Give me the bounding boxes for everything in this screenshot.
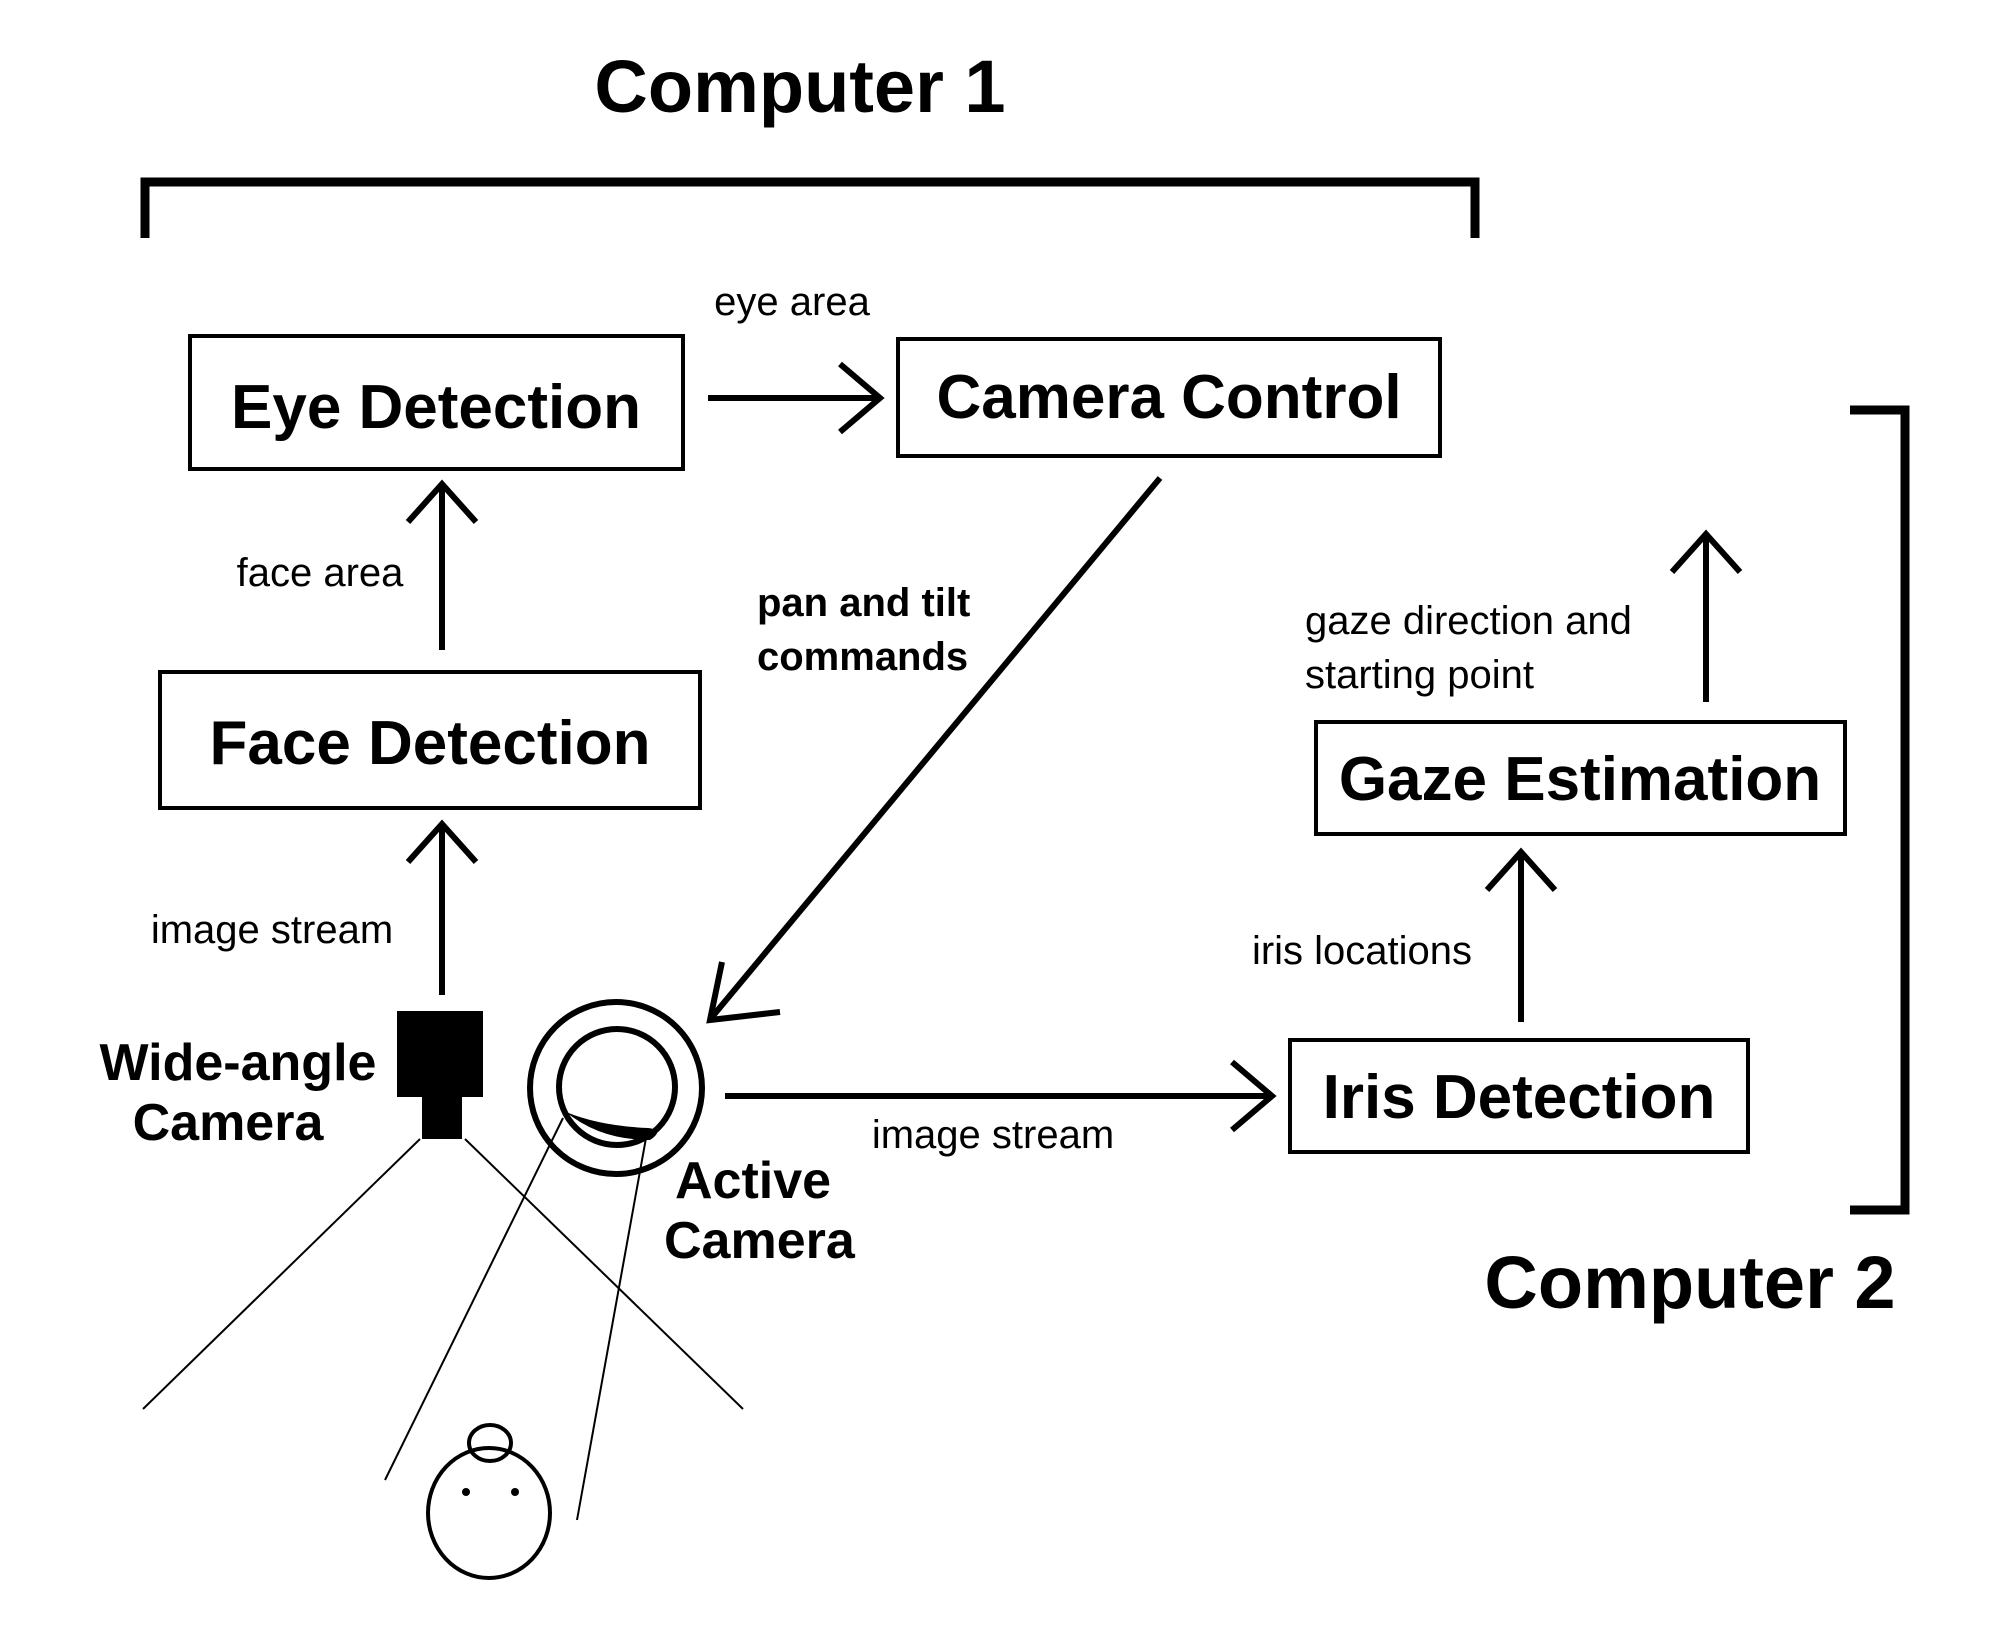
person-icon <box>426 1423 552 1580</box>
computer1-bracket <box>140 177 1480 238</box>
face-detection-node: Face Detection <box>158 670 702 810</box>
iris-locations-label: iris locations <box>1252 929 1472 973</box>
arrow-wide-to-face <box>405 819 479 995</box>
arrow-face-to-eye <box>405 479 479 650</box>
face-detection-label: Face Detection <box>209 709 650 778</box>
wide-image-stream-label: image stream <box>151 908 393 952</box>
camera-control-label: Camera Control <box>936 363 1401 432</box>
iris-detection-label: Iris Detection <box>1323 1063 1716 1132</box>
wide-angle-label-line2: Camera <box>133 1094 325 1152</box>
pan-tilt-label-line1: pan and tilt <box>757 581 970 625</box>
pan-tilt-label-line2: commands <box>757 635 968 679</box>
active-fov-right-line <box>576 1137 647 1521</box>
camera-control-node: Camera Control <box>896 337 1442 458</box>
arrow-eye-to-camera-control <box>708 361 885 435</box>
wide-angle-label-line1: Wide-angle <box>100 1034 377 1092</box>
active-image-stream-label: image stream <box>872 1113 1114 1157</box>
computer1-title: Computer 1 <box>594 45 1005 128</box>
wide-angle-camera-icon <box>397 1011 483 1139</box>
gaze-output-label-line2: starting point <box>1305 653 1534 697</box>
face-area-label: face area <box>237 551 405 595</box>
wide-fov-left-line <box>142 1138 421 1410</box>
iris-detection-node: Iris Detection <box>1288 1038 1750 1154</box>
active-camera-label-line2: Camera <box>664 1212 856 1270</box>
arrow-gaze-output <box>1669 529 1743 702</box>
arrow-control-to-active <box>706 476 1163 1024</box>
active-fov-left-line <box>384 1117 564 1481</box>
eye-detection-label: Eye Detection <box>231 373 641 442</box>
arrow-iris-to-gaze <box>1484 847 1558 1022</box>
computer2-bracket <box>1850 405 1910 1215</box>
computer2-title: Computer 2 <box>1484 1241 1895 1324</box>
gaze-estimation-label: Gaze Estimation <box>1339 745 1821 814</box>
gaze-estimation-node: Gaze Estimation <box>1314 720 1847 836</box>
eye-detection-node: Eye Detection <box>188 334 685 471</box>
active-camera-icon <box>527 999 705 1177</box>
gaze-output-label-line1: gaze direction and <box>1305 599 1632 643</box>
eye-area-label: eye area <box>714 280 870 324</box>
diagram-canvas: Computer 1 Computer 2 Eye Detection Came… <box>100 45 1910 1580</box>
active-camera-label-line1: Active <box>675 1152 831 1210</box>
